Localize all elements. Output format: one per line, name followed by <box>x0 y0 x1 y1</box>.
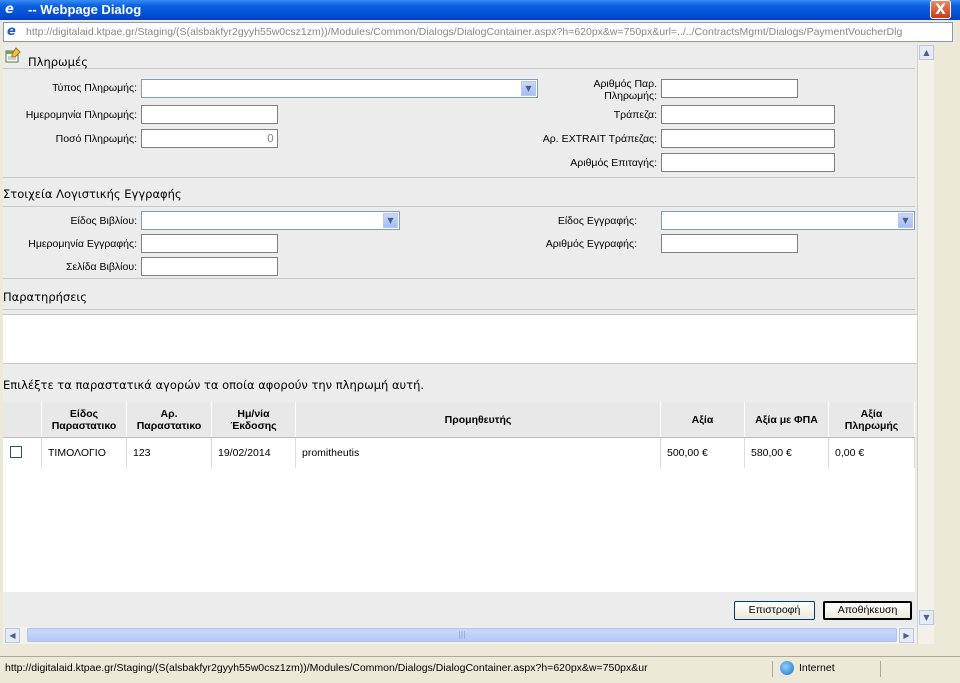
column-header-line: Έκδοσης <box>230 419 277 432</box>
doc-number-cell: 123 <box>127 438 212 468</box>
back-button[interactable]: Επιστροφή <box>734 601 815 620</box>
select-cell <box>3 438 42 468</box>
dialog-content: Πληρωμές Τύπος Πληρωμής: ▼ Αριθμός Παρ. … <box>3 44 917 644</box>
page-icon: e <box>7 24 16 39</box>
column-header-line: Ημ/νία <box>237 407 270 420</box>
window-edge <box>934 44 960 656</box>
entry-date-field[interactable] <box>141 234 278 253</box>
title-bar: e -- Webpage Dialog X <box>0 0 960 20</box>
payment-date-label: Ημερομηνία Πληρωμής: <box>25 109 137 121</box>
accounting-title: Στοιχεία Λογιστικής Εγγραφής <box>3 187 182 201</box>
book-page-field[interactable] <box>141 257 278 276</box>
documents-instruction: Επιλέξτε τα παραστατικά αγορών τα οποία … <box>3 378 425 392</box>
entry-number-field[interactable] <box>661 234 798 253</box>
entry-date-label: Ημερομηνία Εγγραφής: <box>28 238 137 250</box>
status-bar: http://digitalaid.ktpae.gr/Staging/(S(al… <box>0 656 960 683</box>
column-header-line: Αξία <box>691 413 714 426</box>
horizontal-scrollbar[interactable]: ◀ ||| ▶ <box>3 627 917 644</box>
column-header[interactable]: Ημ/νία Έκδοσης <box>212 402 296 437</box>
chevron-down-icon[interactable]: ▼ <box>383 213 398 228</box>
notes-header: Παρατηρήσεις <box>3 278 915 310</box>
book-page-label: Σελίδα Βιβλίου: <box>65 261 137 273</box>
row-checkbox[interactable] <box>10 446 22 458</box>
payment-type-select[interactable]: ▼ <box>141 79 538 98</box>
scroll-up-icon[interactable]: ▲ <box>919 45 934 60</box>
table-header: Είδος Παραστατικο Αρ. Παραστατικο Ημ/νία… <box>3 402 915 438</box>
save-button[interactable]: Αποθήκευση <box>823 601 912 620</box>
bank-field[interactable] <box>661 105 835 124</box>
extrait-field[interactable] <box>661 129 835 148</box>
column-header[interactable]: Αξία <box>661 402 745 437</box>
address-text: http://digitalaid.ktpae.gr/Staging/(S(al… <box>26 26 903 38</box>
column-header-line: Προμηθευτής <box>444 413 512 426</box>
status-divider <box>880 661 881 677</box>
documents-table: Είδος Παραστατικο Αρ. Παραστατικο Ημ/νία… <box>3 402 915 592</box>
entry-type-select[interactable]: ▼ <box>661 211 915 230</box>
doc-type-cell: ΤΙΜΟΛΟΓΙΟ <box>42 438 127 468</box>
column-header[interactable]: Προμηθευτής <box>296 402 661 437</box>
value-vat-cell: 580,00 € <box>745 438 829 468</box>
select-column-header <box>3 402 42 437</box>
address-bar: e http://digitalaid.ktpae.gr/Staging/(S(… <box>3 22 953 42</box>
column-header[interactable]: Αξία Πληρωμής <box>829 402 915 437</box>
status-text: http://digitalaid.ktpae.gr/Staging/(S(al… <box>5 662 648 674</box>
book-type-label: Είδος Βιβλίου: <box>70 215 137 227</box>
form-edit-icon <box>5 47 21 63</box>
accounting-header: Στοιχεία Λογιστικής Εγγραφής <box>3 177 915 207</box>
value-cell: 500,00 € <box>661 438 745 468</box>
globe-icon <box>780 661 794 675</box>
payment-number-label-1: Αριθμός Παρ. <box>593 78 657 90</box>
bank-label: Τράπεζα: <box>613 109 657 121</box>
payment-type-label: Τύπος Πληρωμής: <box>52 82 137 94</box>
scroll-right-icon[interactable]: ▶ <box>899 628 914 643</box>
cheque-label: Αριθμός Επιταγής: <box>570 157 657 169</box>
chevron-down-icon[interactable]: ▼ <box>898 213 913 228</box>
payments-header: Πληρωμές <box>3 44 915 69</box>
supplier-cell: promitheutis <box>296 438 661 468</box>
column-header-line: Αξία <box>860 407 883 420</box>
scroll-down-icon[interactable]: ▼ <box>919 610 934 625</box>
status-divider <box>772 661 773 677</box>
payment-number-field[interactable] <box>661 79 798 98</box>
entry-number-label: Αριθμός Εγγραφής: <box>545 238 637 250</box>
payment-date-field[interactable] <box>141 105 278 124</box>
payments-title: Πληρωμές <box>28 55 88 69</box>
ie-icon: e <box>5 2 14 17</box>
paid-cell: 0,00 € <box>829 438 915 468</box>
cheque-field[interactable] <box>661 153 835 172</box>
amount-label: Ποσό Πληρωμής: <box>55 133 137 145</box>
column-header-line: Αξία με ΦΠΑ <box>755 413 818 426</box>
vertical-scrollbar[interactable]: ▲ ▼ <box>917 44 934 644</box>
doc-date-cell: 19/02/2014 <box>212 438 296 468</box>
column-header[interactable]: Αξία με ΦΠΑ <box>745 402 829 437</box>
notes-title: Παρατηρήσεις <box>3 290 88 304</box>
scroll-thumb[interactable]: ||| <box>27 628 897 642</box>
security-zone: Internet <box>799 662 835 674</box>
column-header-line: Είδος <box>69 407 99 420</box>
payment-number-label-2: Πληρωμής: <box>604 90 657 102</box>
column-header-line: Παραστατικο <box>51 419 117 432</box>
column-header[interactable]: Αρ. Παραστατικο <box>127 402 212 437</box>
close-button[interactable]: X <box>930 0 951 19</box>
extrait-label: Αρ. EXTRAIT Τράπεζας: <box>542 133 657 145</box>
amount-field[interactable]: 0 <box>141 129 278 148</box>
book-type-select[interactable]: ▼ <box>141 211 400 230</box>
scroll-left-icon[interactable]: ◀ <box>5 628 20 643</box>
column-header[interactable]: Είδος Παραστατικο <box>42 402 127 437</box>
column-header-line: Πληρωμής <box>844 419 899 432</box>
notes-textarea[interactable] <box>3 314 917 364</box>
entry-type-label: Είδος Εγγραφής: <box>557 215 637 227</box>
column-header-line: Αρ. <box>160 407 178 420</box>
column-header-line: Παραστατικο <box>136 419 202 432</box>
window-title: -- Webpage Dialog <box>28 2 142 17</box>
